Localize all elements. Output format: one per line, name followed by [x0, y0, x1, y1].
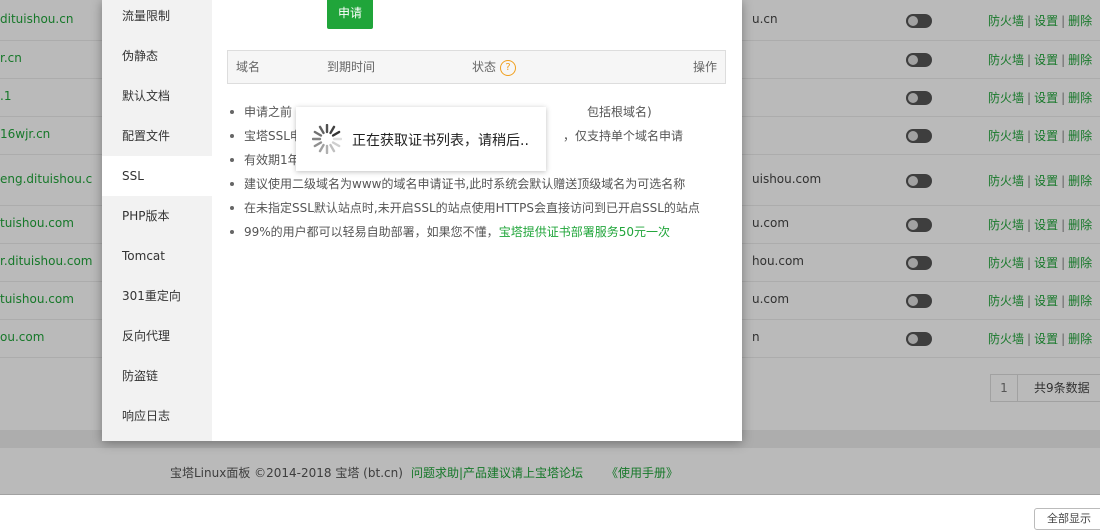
loading-text: 正在获取证书列表，请稍后..	[352, 133, 529, 149]
side-menu-item[interactable]: 流量限制	[102, 0, 212, 36]
tip-item: 在未指定SSL默认站点时,未开启SSL的站点使用HTTPS会直接访问到已开启SS…	[228, 197, 728, 221]
tip-text: 有效期1年	[244, 153, 300, 167]
tip-text-tail: 包括根域名)	[587, 105, 652, 119]
side-menu-item[interactable]: 配置文件	[102, 116, 212, 156]
deploy-service-link[interactable]: 宝塔提供证书部署服务50元一次	[499, 225, 670, 239]
tip-text-tail: ，仅支持单个域名申请	[563, 129, 684, 143]
spinner-icon	[312, 124, 342, 154]
tip-text: 建议使用二级域名为www的域名申请证书,此时系统会默认赠送顶级域名为可选名称	[244, 177, 686, 191]
side-menu-item[interactable]: Tomcat	[102, 236, 212, 276]
tip-text: 在未指定SSL默认站点时,未开启SSL的站点使用HTTPS会直接访问到已开启SS…	[244, 201, 700, 215]
side-menu-item[interactable]: 伪静态	[102, 36, 212, 76]
cert-table-header: 域名 到期时间 状态? 操作	[227, 50, 726, 84]
help-icon[interactable]: ?	[500, 59, 517, 76]
tip-text: 申请之前	[244, 105, 293, 119]
side-menu-item[interactable]: PHP版本	[102, 196, 212, 236]
tip-text: 99%的用户都可以轻易自助部署，如果您不懂，	[244, 225, 499, 239]
side-menu-item[interactable]: 301重定向	[102, 276, 212, 316]
col-status-label: 状态	[472, 60, 497, 74]
col-expiry: 到期时间	[327, 60, 376, 74]
apply-button[interactable]: 申请	[327, 0, 373, 29]
loading-toast: 正在获取证书列表，请稍后..	[296, 107, 546, 171]
side-menu-item[interactable]: 反向代理	[102, 316, 212, 356]
tip-item: 建议使用二级域名为www的域名申请证书,此时系统会默认赠送顶级域名为可选名称	[228, 173, 728, 197]
side-menu-item[interactable]: 防盗链	[102, 356, 212, 396]
side-menu-item[interactable]: SSL	[102, 156, 212, 196]
col-domain: 域名	[236, 60, 261, 74]
show-all-button[interactable]: 全部显示	[1034, 508, 1100, 530]
col-status: 状态?	[472, 51, 517, 83]
side-menu-item[interactable]: 默认文档	[102, 76, 212, 116]
side-menu-item[interactable]: 响应日志	[102, 396, 212, 436]
ssl-panel: 申请 域名 到期时间 状态? 操作 申请之前 包括根域名) 宝塔SSL申 ，仅支持单个…	[212, 0, 742, 441]
col-action: 操作	[692, 60, 717, 74]
site-settings-dialog: 流量限制 伪静态 默认文档 配置文件 SSL PHP版本 Tomcat 301重定向 反向代理防…	[102, 0, 742, 441]
settings-side-menu: 流量限制 伪静态 默认文档 配置文件 SSL PHP版本 Tomcat 301重定向 反向代理防…	[102, 0, 212, 441]
tip-text: 宝塔SSL申	[244, 129, 302, 143]
tip-item: 99%的用户都可以轻易自助部署，如果您不懂，宝塔提供证书部署服务50元一次	[228, 221, 728, 245]
